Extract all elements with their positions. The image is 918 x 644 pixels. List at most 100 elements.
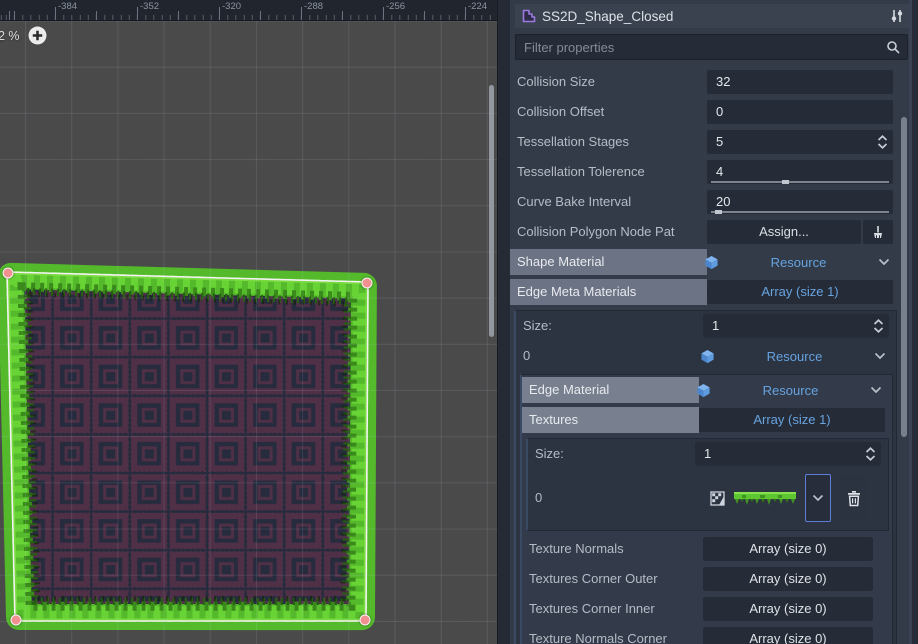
spin-field[interactable]: 5 [707,130,893,154]
nested-editor-panel: Size:10ResourceEdge MaterialResourceText… [514,310,897,644]
property-label: Collision Size [517,70,595,94]
resource-cube-icon [700,349,715,364]
filter-properties-input[interactable] [516,40,886,55]
shape-canvas [0,0,497,644]
texture-options-button[interactable] [805,474,831,522]
spin-field[interactable]: 1 [695,442,881,466]
edit-image-icon[interactable] [710,491,725,506]
shape-point-handle[interactable] [362,278,373,289]
property-label: Size: [523,314,552,338]
inspected-node-title: SS2D_Shape_Closed [542,9,885,24]
property-label: Textures Corner Outer [529,567,658,591]
array-button[interactable]: Array (size 0) [703,567,873,591]
property-label: Collision Offset [517,100,604,124]
resource-name: Resource [711,383,870,398]
grass-texture-thumbnail[interactable] [734,491,796,506]
top-ruler: -384-352-320-288-256-224 [0,0,497,21]
property-label: 0 [535,472,542,524]
slider-track[interactable] [711,211,889,213]
ruler-tick-line [219,7,220,20]
field-value: 1 [704,442,711,466]
resource-dropdown[interactable]: Resource [693,378,885,402]
ss2d-node-icon [521,8,537,24]
property-label: 0 [523,344,530,368]
zoom-plus-button[interactable] [28,26,47,45]
shape-point-handle[interactable] [11,615,22,626]
resource-dropdown[interactable]: Resource [701,250,893,274]
object-options-icon[interactable] [890,9,904,23]
assign-node-path-button[interactable]: Assign... [707,220,861,244]
2d-viewport[interactable]: -384-352-320-288-256-224 2 % [0,0,497,644]
slider-grabber[interactable] [782,180,789,184]
property-label: Edge Meta Materials [517,280,636,304]
ruler-tick-line [301,7,302,20]
ruler-tick-label: -256 [386,1,405,12]
resource-cube-icon [696,383,711,398]
property-row: Shape Material Resource [513,250,897,274]
pick-node-button[interactable] [863,220,893,244]
spin-icon[interactable] [877,135,888,149]
array-button[interactable]: Array (size 0) [703,597,873,621]
chevron-down-icon[interactable] [870,386,882,394]
array-button[interactable]: Array (size 1) [699,408,885,432]
panel-divider[interactable] [497,0,511,644]
property-row: Textures Corner Inner Array (size 0) [525,597,889,621]
property-row: Textures Corner Outer Array (size 0) [525,567,889,591]
plus-circle-icon [28,26,47,45]
shape-point-handle[interactable] [360,615,371,626]
inspector-scrollbar[interactable] [901,117,907,437]
ruler-tick-line [465,7,466,20]
array-button[interactable]: Array (size 1) [707,280,893,304]
property-row: 0 Resource [519,344,893,368]
filter-properties-box[interactable] [515,34,908,60]
chevron-down-icon[interactable] [874,352,886,360]
property-row: Collision Offset 0 [513,100,897,124]
property-row: Texture Normals CornerArray (size 0) [525,627,889,644]
ruler-tick-line [55,7,56,20]
value-field[interactable]: 32 [707,70,893,94]
chevron-down-icon[interactable] [878,258,890,266]
property-label: Shape Material [517,250,604,274]
nested-editor-panel: Edge MaterialResource Textures Array (size… [520,374,893,644]
viewport-vertical-scrollbar[interactable] [489,85,494,337]
resource-name: Resource [719,255,878,270]
texture-slot [656,472,881,524]
slider-grabber[interactable] [715,210,722,214]
spin-icon[interactable] [865,447,876,461]
spin-icon[interactable] [873,319,884,333]
property-row: Textures Array (size 1) [525,408,889,432]
field-value: 32 [716,70,730,94]
property-label: Tessellation Tolerence [517,160,645,184]
delete-texture-button[interactable] [840,475,867,521]
property-row: Collision Polygon Node PatAssign... [513,220,897,244]
shape-point-handle[interactable] [3,268,14,279]
property-row: Collision Size 32 [513,70,897,94]
property-label: Textures Corner Inner [529,597,655,621]
ruler-tick-label: -224 [468,1,487,12]
value-field[interactable]: 0 [707,100,893,124]
array-button[interactable]: Array (size 0) [703,537,873,561]
ruler-tick-label: -384 [58,1,77,12]
slider-track[interactable] [711,181,889,183]
node-path-editor: Assign... [707,220,893,244]
property-list: Collision Size 32 Collision Offset 0 Tessell… [510,66,918,644]
property-row: Tessellation Tolerence 4 [513,160,897,184]
resource-dropdown[interactable]: Resource [697,344,889,368]
property-row: Edge MaterialResource [525,378,889,402]
array-button[interactable]: Array (size 0) [703,627,873,644]
property-row: Size: 1 [519,314,893,338]
spin-field[interactable]: 1 [703,314,889,338]
slider-field[interactable]: 4 [707,160,893,184]
ruler-tick-label: -352 [140,1,159,12]
resource-cube-icon [704,255,719,270]
godot-editor: -384-352-320-288-256-224 2 % SS2D_Shape_… [0,0,918,644]
inspector-header: SS2D_Shape_Closed [515,4,910,28]
inspector-panel: SS2D_Shape_Closed Collision Size32Collis… [510,0,918,644]
slider-field[interactable]: 20 [707,190,893,214]
property-label: Textures [529,408,578,432]
property-row: Curve Bake Interval 20 [513,190,897,214]
property-label: Tessellation Stages [517,130,629,154]
property-row: 0 [531,472,885,524]
property-label: Curve Bake Interval [517,190,631,214]
property-row: Tessellation Stages 5 [513,130,897,154]
